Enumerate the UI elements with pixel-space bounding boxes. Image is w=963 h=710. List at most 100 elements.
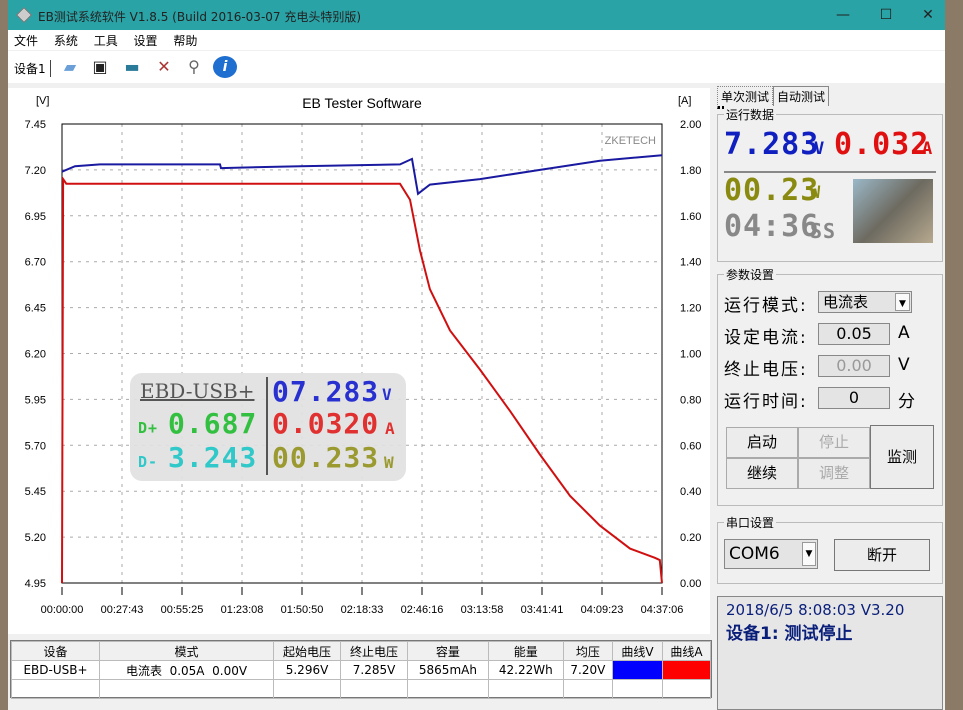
y-tick-left: 6.20 [25, 349, 46, 361]
y-tick-right: 0.20 [680, 532, 701, 544]
menu-tools[interactable]: 工具 [88, 30, 124, 49]
overlay-power-unit: W [384, 453, 395, 472]
stop-voltage-label: 终止电压: [724, 360, 808, 380]
chart-svg: EB Tester Software [V] [A] ZKETECH 7.45 2.00 7… [25, 95, 702, 616]
start-button[interactable]: 启动 [726, 427, 798, 458]
cell-curve-v-color[interactable] [612, 660, 663, 680]
overlay-dplus-label: D+ [138, 419, 159, 437]
cell-device: EBD-USB+ [11, 660, 100, 680]
y-tick-right: 0.60 [680, 440, 701, 452]
y-axis-left-label: [V] [36, 95, 49, 107]
set-current-label: 设定电流: [724, 328, 808, 348]
overlay-voltage-unit: V [382, 385, 393, 404]
y-tick-right: 1.80 [680, 165, 701, 177]
x-tick-label: 04:09:23 [581, 604, 624, 616]
stop-button[interactable]: 停止 [798, 427, 870, 458]
y-tick-right: 0.80 [680, 394, 701, 406]
header-end-voltage: 终止电压 [340, 641, 409, 661]
chevron-down-icon[interactable]: ▼ [895, 293, 910, 311]
usb-readout-overlay: EBD-USB+ 07.283 V D+ 0.687 0.0320 A D- 3… [130, 373, 406, 481]
status-message: 设备1: 测试停止 [726, 624, 853, 644]
cell-mode: 电流表 0.05A 0.00V [99, 660, 274, 680]
y-tick-left: 5.20 [25, 532, 46, 544]
window-title: EB测试系统软件 V1.8.5 (Build 2016-03-07 充电头特别版… [38, 10, 362, 24]
image-icon[interactable]: ▬ [120, 56, 144, 78]
panel-power-unit: W [810, 183, 822, 203]
disconnect-button[interactable]: 断开 [834, 539, 930, 571]
tab-auto-test[interactable]: 自动测试 [773, 86, 830, 106]
y-tick-left: 5.95 [25, 394, 46, 406]
panel-power: 00.23 [724, 173, 820, 208]
monitor-button[interactable]: 监测 [870, 425, 934, 489]
x-tick-label: 00:00:00 [41, 604, 84, 616]
menu-settings[interactable]: 设置 [128, 30, 164, 49]
cell-curve-a-color[interactable] [662, 660, 711, 680]
parameter-settings-group: 参数设置 运行模式: 电流表 ▼ 设定电流: 0.05 A 终止电压: 0.00 … [717, 266, 943, 506]
panel-current: 0.032 [834, 127, 930, 162]
device-tab[interactable]: 设备1 [14, 60, 51, 77]
y-tick-right: 1.00 [680, 349, 701, 361]
header-device: 设备 [11, 641, 100, 661]
stop-voltage-input[interactable]: 0.00 [818, 355, 890, 377]
chart-area: EB Tester Software [V] [A] ZKETECH 7.45 2.00 7… [8, 88, 710, 634]
y-tick-left: 4.95 [25, 578, 46, 590]
params-label: 参数设置 [724, 266, 777, 283]
results-table: 设备 模式 起始电压 终止电压 容量 能量 均压 曲线V 曲线A EBD-USB… [10, 640, 712, 699]
panel-time-unit: SS [810, 219, 837, 243]
run-time-input[interactable]: 0 [818, 387, 890, 409]
cat-photo [853, 179, 933, 243]
header-curve-a: 曲线A [662, 641, 711, 661]
serial-label: 串口设置 [724, 514, 777, 531]
minimize-button[interactable]: — [823, 4, 863, 26]
watermark-text: ZKETECH [605, 135, 656, 147]
continue-button[interactable]: 继续 [726, 458, 798, 489]
panel-current-unit: A [922, 139, 934, 159]
y-tick-left: 7.20 [25, 165, 46, 177]
y-tick-left: 6.95 [25, 211, 46, 223]
title-bar: EB测试系统软件 V1.8.5 (Build 2016-03-07 充电头特别版… [8, 0, 945, 30]
x-tick-label: 02:18:33 [341, 604, 384, 616]
y-tick-right: 1.20 [680, 303, 701, 315]
y-tick-right: 1.40 [680, 257, 701, 269]
y-axis-right-label: [A] [678, 95, 691, 107]
cell-end-voltage: 7.285V [340, 660, 409, 680]
run-time-label: 运行时间: [724, 392, 808, 412]
mode-label: 运行模式: [724, 296, 808, 316]
menu-system[interactable]: 系统 [48, 30, 84, 49]
menu-help[interactable]: 帮助 [167, 30, 203, 49]
y-tick-left: 6.70 [25, 257, 46, 269]
overlay-divider [266, 377, 268, 475]
overlay-device: EBD-USB+ [140, 379, 255, 403]
running-data-group: 运行数据 7.283 V 0.032 A 00.23 W 04:36 SS [717, 106, 943, 262]
x-tick-label: 04:37:06 [641, 604, 684, 616]
header-avg-voltage: 均压 [562, 641, 614, 661]
y-tick-left: 6.45 [25, 303, 46, 315]
chevron-down-icon[interactable]: ▼ [802, 542, 816, 566]
maximize-button[interactable]: ☐ [866, 4, 906, 26]
port-select[interactable]: COM6 ▼ [724, 539, 818, 569]
search-icon[interactable]: ⚲ [182, 56, 206, 78]
save-icon[interactable]: ▣ [88, 56, 112, 78]
header-start-voltage: 起始电压 [272, 641, 342, 661]
port-value: COM6 [729, 544, 780, 564]
cell-start-voltage: 5.296V [272, 660, 342, 680]
adjust-button[interactable]: 调整 [798, 458, 870, 489]
table-row[interactable]: EBD-USB+ 电流表 0.05A 0.00V 5.296V 7.285V 5… [11, 660, 711, 680]
x-tick-label: 01:23:08 [221, 604, 264, 616]
toolbar: 设备1 ▰ ▣ ▬ ✕ ⚲ i [8, 51, 945, 83]
info-icon[interactable]: i [213, 56, 237, 78]
menu-file[interactable]: 文件 [8, 30, 44, 49]
x-tick-label: 00:27:43 [101, 604, 144, 616]
set-current-input[interactable]: 0.05 [818, 323, 890, 345]
tools-icon[interactable]: ✕ [152, 56, 176, 78]
cell-avg-voltage: 7.20V [562, 660, 614, 680]
app-window: EB测试系统软件 V1.8.5 (Build 2016-03-07 充电头特别版… [8, 0, 945, 710]
close-button[interactable]: ✕ [908, 4, 948, 26]
header-capacity: 容量 [407, 641, 489, 661]
cell-capacity: 5865mAh [407, 660, 489, 680]
overlay-dminus-label: D- [138, 453, 159, 471]
mode-select[interactable]: 电流表 ▼ [818, 291, 912, 313]
folder-icon[interactable]: ▰ [58, 56, 82, 78]
header-mode: 模式 [99, 641, 274, 661]
status-timestamp: 2018/6/5 8:08:03 V3.20 [726, 601, 905, 619]
